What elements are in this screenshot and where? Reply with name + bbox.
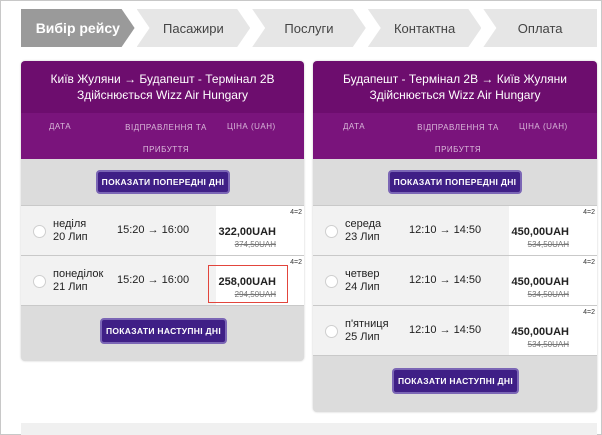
flight-radio[interactable] bbox=[33, 275, 46, 288]
footer-strip bbox=[21, 423, 597, 435]
step-payment[interactable]: Оплата bbox=[483, 9, 597, 47]
inbound-route: Будапешт - Термінал 2B → Київ Жуляни bbox=[343, 72, 567, 86]
outbound-flight-row[interactable]: неділя 20 Лип 15:20 → 16:00 322,00UAH 37… bbox=[21, 205, 304, 255]
outbound-flight-row[interactable]: понеділок 21 Лип 15:20 → 16:00 258,00UAH… bbox=[21, 255, 304, 305]
step-label: Вибір рейсу bbox=[35, 20, 120, 36]
column-date: ДАТА bbox=[49, 122, 72, 131]
outbound-show-previous-days-button[interactable]: ПОКАЗАТИ ПОПЕРЕДНІ ДНІ bbox=[96, 170, 230, 194]
step-passengers[interactable]: Пасажири bbox=[137, 9, 251, 47]
step-label: Пасажири bbox=[163, 20, 224, 36]
flight-price: 450,00UAH bbox=[511, 276, 569, 288]
flight-radio[interactable] bbox=[325, 275, 338, 288]
column-price: ЦІНА (UAH) bbox=[227, 122, 276, 131]
flight-time: 12:10 → 14:50 bbox=[409, 274, 482, 286]
step-label: Послуги bbox=[284, 20, 334, 36]
step-services[interactable]: Послуги bbox=[252, 9, 366, 47]
seats-tag: 4=2 bbox=[290, 209, 302, 216]
booking-stepper: Вибір рейсу Пасажири Послуги Контактна О… bbox=[21, 9, 597, 47]
seats-tag: 4=2 bbox=[290, 259, 302, 266]
inbound-prev-wrap: ПОКАЗАТИ ПОПЕРЕДНІ ДНІ bbox=[313, 159, 597, 205]
column-departure-arrival: ВІДПРАВЛЕННЯ ТА ПРИБУТТЯ bbox=[125, 123, 207, 154]
outbound-operator: Здійснюється Wizz Air Hungary bbox=[77, 88, 248, 102]
flight-radio[interactable] bbox=[33, 225, 46, 238]
flight-time: 15:20 → 16:00 bbox=[117, 224, 190, 236]
flight-price: 450,00UAH bbox=[511, 226, 569, 238]
seats-tag: 4=2 bbox=[583, 309, 595, 316]
flight-time: 12:10 → 14:50 bbox=[409, 224, 482, 236]
outbound-prev-wrap: ПОКАЗАТИ ПОПЕРЕДНІ ДНІ bbox=[21, 159, 304, 205]
flight-day: 21 Лип bbox=[53, 281, 88, 293]
flight-weekday: середа bbox=[345, 218, 382, 230]
flight-old-price: 534,50UAH bbox=[527, 340, 569, 349]
inbound-flight-panel: Будапешт - Термінал 2B → Київ Жуляни Зді… bbox=[313, 61, 597, 412]
flight-weekday: неділя bbox=[53, 218, 87, 230]
outbound-flight-panel: Київ Жуляни → Будапешт - Термінал 2B Зді… bbox=[21, 61, 304, 361]
flight-weekday: п'ятниця bbox=[345, 318, 389, 330]
inbound-flight-row[interactable]: п'ятниця 25 Лип 12:10 → 14:50 450,00UAH … bbox=[313, 305, 597, 355]
flight-old-price: 374,50UAH bbox=[234, 240, 276, 249]
step-label: Контактна bbox=[393, 20, 456, 36]
inbound-show-next-days-button[interactable]: ПОКАЗАТИ НАСТУПНІ ДНІ bbox=[392, 368, 519, 394]
flight-price: 322,00UAH bbox=[218, 226, 276, 238]
flight-price: 450,00UAH bbox=[511, 326, 569, 338]
inbound-next-wrap: ПОКАЗАТИ НАСТУПНІ ДНІ bbox=[313, 355, 597, 401]
column-date: ДАТА bbox=[343, 122, 366, 131]
outbound-show-next-days-button[interactable]: ПОКАЗАТИ НАСТУПНІ ДНІ bbox=[100, 318, 227, 344]
flight-radio[interactable] bbox=[325, 325, 338, 338]
flight-radio[interactable] bbox=[325, 225, 338, 238]
flight-old-price: 534,50UAH bbox=[527, 290, 569, 299]
column-price: ЦІНА (UAH) bbox=[519, 122, 568, 131]
outbound-panel-header: Київ Жуляни → Будапешт - Термінал 2B Зді… bbox=[21, 61, 304, 113]
flight-date: п'ятниця 25 Лип bbox=[345, 318, 389, 344]
step-flight-selection[interactable]: Вибір рейсу bbox=[21, 9, 135, 47]
flight-date: середа 23 Лип bbox=[345, 218, 381, 244]
inbound-flight-row[interactable]: четвер 24 Лип 12:10 → 14:50 450,00UAH 53… bbox=[313, 255, 597, 305]
column-departure-arrival: ВІДПРАВЛЕННЯ ТА ПРИБУТТЯ bbox=[417, 123, 499, 154]
flight-date: неділя 20 Лип bbox=[53, 218, 88, 244]
step-label: Оплата bbox=[517, 20, 563, 36]
flight-day: 25 Лип bbox=[345, 331, 380, 343]
inbound-operator: Здійснюється Wizz Air Hungary bbox=[369, 88, 541, 102]
inbound-flight-row[interactable]: середа 23 Лип 12:10 → 14:50 450,00UAH 53… bbox=[313, 205, 597, 255]
inbound-panel-header: Будапешт - Термінал 2B → Київ Жуляни Зді… bbox=[313, 61, 597, 113]
flight-day: 23 Лип bbox=[345, 231, 380, 243]
flight-date: четвер 24 Лип bbox=[345, 268, 380, 294]
flight-weekday: четвер bbox=[345, 268, 380, 280]
inbound-show-previous-days-button[interactable]: ПОКАЗАТИ ПОПЕРЕДНІ ДНІ bbox=[388, 170, 522, 194]
outbound-column-headers: ДАТА ВІДПРАВЛЕННЯ ТА ПРИБУТТЯ ЦІНА (UAH) bbox=[21, 113, 304, 159]
flight-price: 258,00UAH bbox=[218, 276, 276, 288]
flight-time: 12:10 → 14:50 bbox=[409, 324, 482, 336]
flight-date: понеділок 21 Лип bbox=[53, 268, 103, 294]
flight-time: 15:20 → 16:00 bbox=[117, 274, 190, 286]
flight-weekday: понеділок bbox=[53, 268, 104, 280]
flight-old-price: 294,50UAH bbox=[234, 290, 276, 299]
outbound-route: Київ Жуляни → Будапешт - Термінал 2B bbox=[50, 72, 275, 86]
flight-day: 20 Лип bbox=[53, 231, 88, 243]
flight-old-price: 534,50UAH bbox=[527, 240, 569, 249]
inbound-column-headers: ДАТА ВІДПРАВЛЕННЯ ТА ПРИБУТТЯ ЦІНА (UAH) bbox=[313, 113, 597, 159]
seats-tag: 4=2 bbox=[583, 259, 595, 266]
outbound-next-wrap: ПОКАЗАТИ НАСТУПНІ ДНІ bbox=[21, 305, 304, 351]
flight-day: 24 Лип bbox=[345, 281, 380, 293]
step-contact[interactable]: Контактна bbox=[368, 9, 482, 47]
seats-tag: 4=2 bbox=[583, 209, 595, 216]
